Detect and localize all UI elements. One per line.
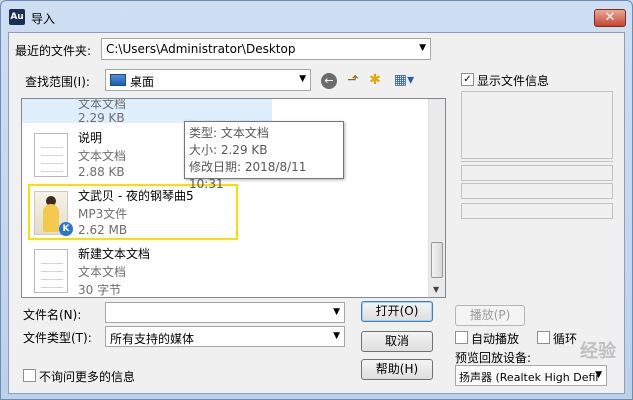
file-name: 说明: [78, 131, 103, 145]
watermark: 经验: [580, 341, 616, 362]
back-icon[interactable]: ←: [319, 72, 339, 90]
file-type-label: 文件类型(T):: [23, 331, 92, 345]
open-button[interactable]: 打开(O): [361, 301, 433, 322]
file-tooltip: 类型: 文本文档 大小: 2.29 KB 修改日期: 2018/8/11 10:…: [184, 121, 344, 191]
look-in-label: 查找范围(I):: [25, 75, 90, 89]
dont-ask-checkbox[interactable]: [23, 369, 36, 382]
up-folder-icon[interactable]: ⬏: [343, 72, 363, 90]
loop-checkbox[interactable]: [537, 331, 550, 344]
device-label: 预览回放设备:: [455, 351, 532, 365]
scroll-down-icon[interactable]: ▼: [433, 285, 439, 294]
file-size: 2.29 KB: [78, 111, 125, 125]
file-type: 文本文档: [78, 265, 127, 279]
playback-device-dropdown[interactable]: 扬声器 (Realtek High Defir ▼: [455, 365, 607, 386]
dont-ask-label: 不询问更多的信息: [39, 370, 136, 384]
tooltip-date: 修改日期: 2018/8/11 10:31: [189, 160, 307, 191]
view-menu-icon[interactable]: ▦▾: [389, 72, 419, 90]
chevron-down-icon: ▼: [333, 307, 340, 317]
file-size: 30 字节: [78, 283, 122, 297]
tooltip-type: 类型: 文本文档: [189, 126, 269, 140]
import-dialog: Au 导入 ✕ 最近的文件夹: C:\Users\Administrator\D…: [0, 0, 633, 400]
chevron-down-icon: ▼: [595, 370, 602, 380]
look-in-value: 桌面: [130, 75, 155, 89]
chevron-down-icon: ▼: [333, 331, 340, 341]
chevron-down-icon: ▼: [299, 74, 306, 84]
autoplay-label: 自动播放: [471, 332, 520, 346]
playback-device-value: 扬声器 (Realtek High Defir: [459, 371, 600, 384]
play-button[interactable]: 播放(P): [455, 305, 525, 326]
loop-label: 循环: [553, 332, 578, 346]
recent-folders-value: C:\Users\Administrator\Desktop: [106, 42, 296, 56]
look-in-dropdown[interactable]: 桌面 ▼: [105, 69, 311, 91]
info-field: [461, 203, 613, 219]
file-type-value: 所有支持的媒体: [110, 332, 195, 346]
scrollbar-thumb[interactable]: [431, 242, 443, 278]
desktop-icon: [110, 74, 126, 86]
cancel-button[interactable]: 取消: [361, 331, 433, 352]
show-info-label: 显示文件信息: [477, 74, 550, 88]
preview-area: [461, 91, 613, 159]
vertical-scrollbar[interactable]: ▼: [428, 99, 445, 297]
recent-folders-dropdown[interactable]: C:\Users\Administrator\Desktop ▼: [101, 38, 431, 60]
recent-folders-label: 最近的文件夹:: [15, 44, 92, 58]
divider: [461, 161, 613, 163]
text-document-icon: [34, 133, 68, 177]
file-type-dropdown[interactable]: 所有支持的媒体 ▼: [105, 326, 345, 347]
show-info-checkbox[interactable]: ✓: [461, 73, 474, 86]
dialog-body: 最近的文件夹: C:\Users\Administrator\Desktop ▼…: [8, 32, 625, 394]
list-item[interactable]: 新建文本文档 文本文档 30 字节: [22, 241, 282, 297]
file-name-input[interactable]: ▼: [105, 302, 345, 323]
file-name: 新建文本文档: [78, 247, 151, 261]
window-title: 导入: [31, 12, 56, 26]
help-button[interactable]: 帮助(H): [361, 359, 433, 380]
list-item[interactable]: 文本文档 2.29 KB: [22, 98, 272, 125]
close-button[interactable]: ✕: [594, 9, 626, 27]
file-name-label: 文件名(N):: [23, 308, 82, 322]
title-bar: Au 导入 ✕: [1, 1, 632, 33]
file-size: 2.88 KB: [78, 165, 125, 179]
new-folder-icon[interactable]: ✱: [365, 72, 385, 90]
info-field: [461, 183, 613, 199]
chevron-down-icon: ▼: [419, 43, 426, 53]
file-type: 文本文档: [78, 149, 127, 163]
info-field: [461, 165, 613, 181]
text-document-icon: [34, 249, 68, 293]
audition-app-icon: Au: [9, 9, 25, 25]
autoplay-checkbox[interactable]: [455, 331, 468, 344]
file-type: 文本文档: [78, 98, 127, 111]
tooltip-size: 大小: 2.29 KB: [189, 143, 268, 157]
